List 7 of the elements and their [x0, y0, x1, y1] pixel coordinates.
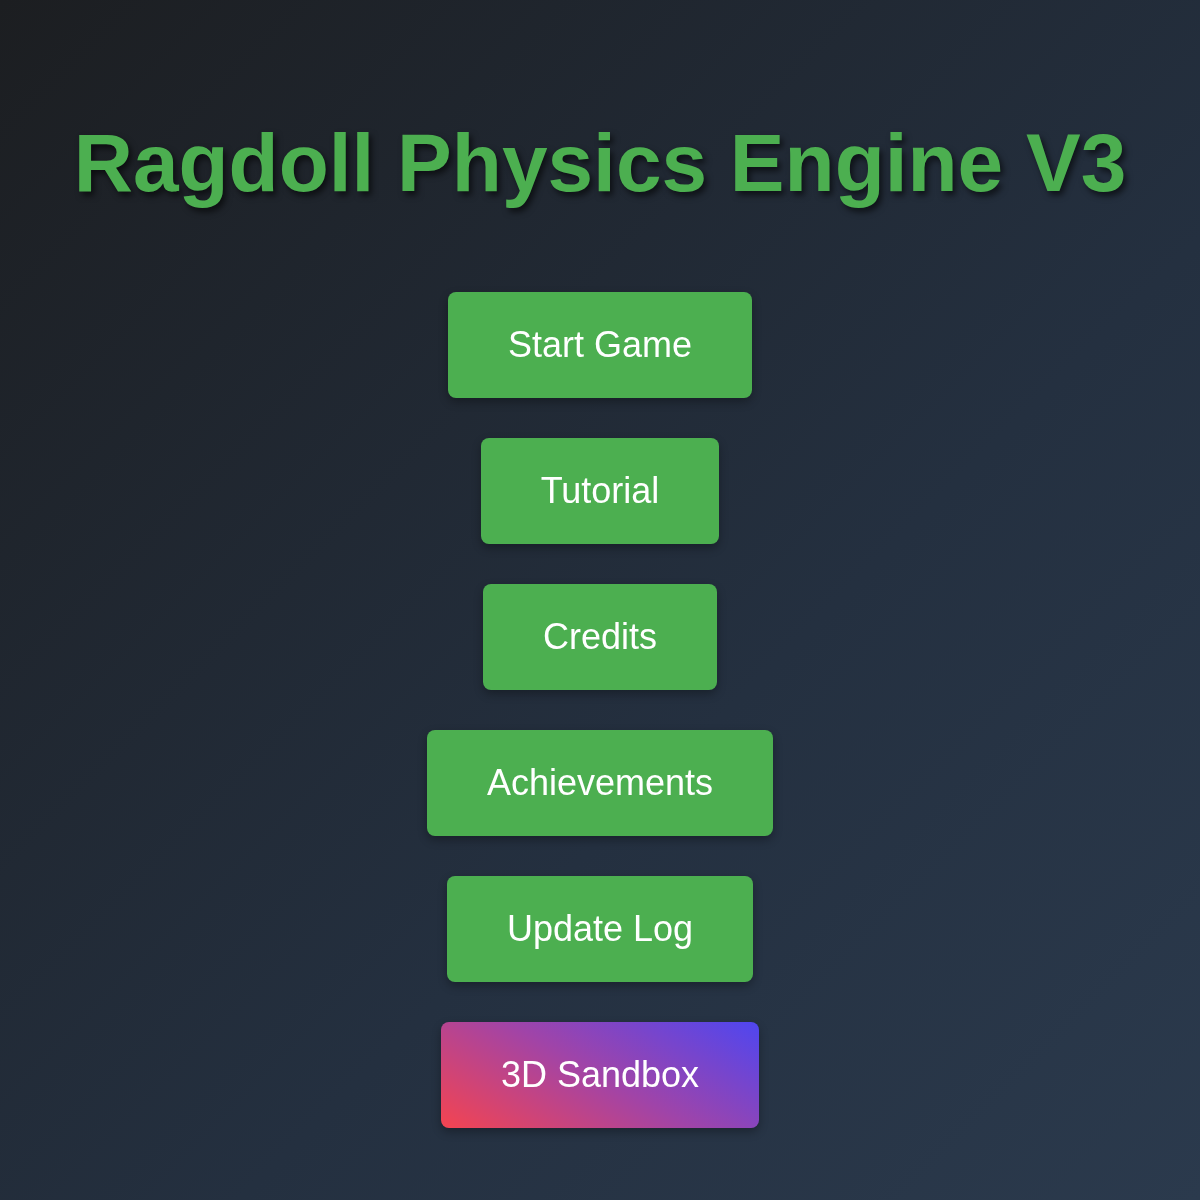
menu-button[interactable]: Start Game	[447, 292, 753, 399]
menu-button[interactable]: Credits	[483, 584, 717, 691]
menu-button[interactable]: Achievements	[426, 730, 774, 837]
sandbox-button[interactable]: 3D Sandbox	[440, 1022, 760, 1129]
game-title: Ragdoll Physics Engine V3	[72, 116, 1128, 209]
menu-button[interactable]: Update Log	[446, 876, 754, 983]
menu-button[interactable]: Tutorial	[480, 438, 720, 545]
